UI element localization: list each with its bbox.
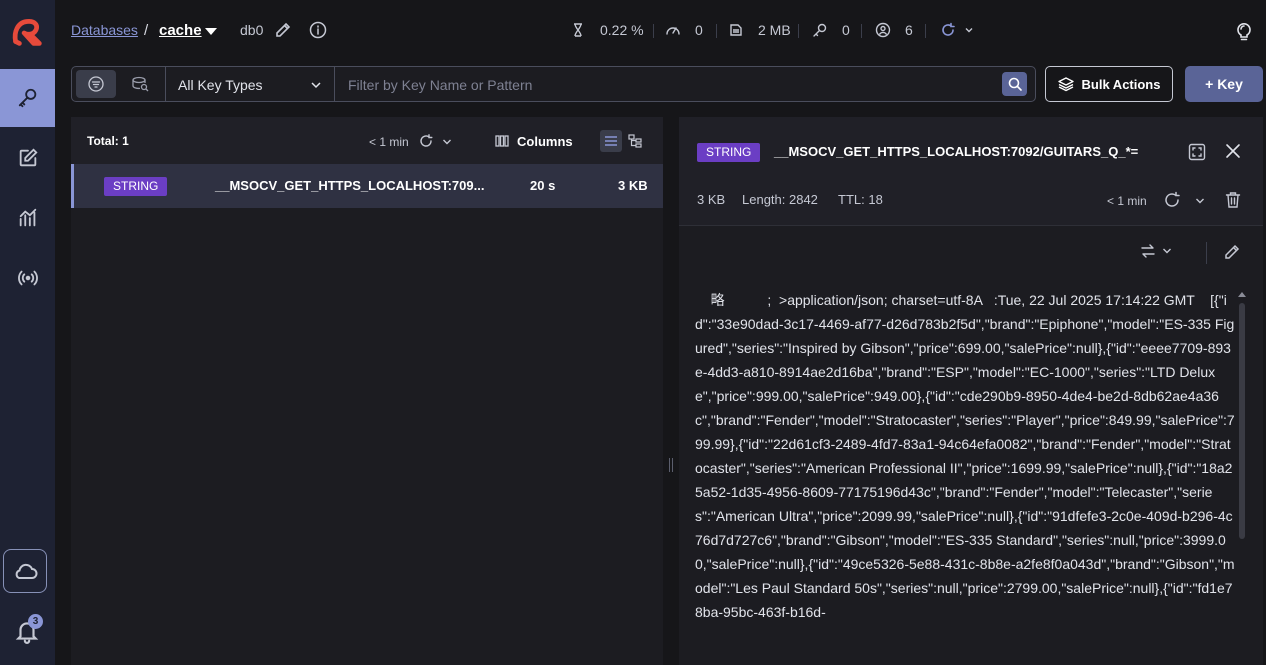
chevron-down-icon[interactable] (1195, 197, 1205, 205)
db-index-label: db0 (240, 22, 264, 38)
close-icon[interactable] (1225, 143, 1241, 159)
key-icon (18, 88, 36, 108)
panel-resize-handle[interactable] (669, 458, 673, 472)
clients-value: 6 (905, 22, 913, 38)
search-mode-button[interactable] (120, 70, 160, 98)
breadcrumb-databases-link[interactable]: Databases (71, 22, 138, 38)
memory-stat: 2 MB (728, 22, 791, 38)
broadcast-icon (17, 270, 38, 286)
key-length-meta: Length: 2842 (742, 192, 818, 207)
vector-search-icon (132, 76, 149, 92)
filter-mode-button[interactable] (76, 70, 116, 98)
filter-bar: All Key Types (71, 66, 1036, 102)
stat-divider (798, 24, 799, 38)
memory-value: 2 MB (758, 22, 791, 38)
columns-icon (495, 135, 509, 147)
columns-button[interactable]: Columns (517, 134, 573, 149)
auto-refresh-control[interactable] (940, 22, 974, 38)
value-scrollbar[interactable] (1239, 303, 1245, 539)
chevron-down-icon[interactable] (964, 25, 974, 35)
filter-icon (88, 76, 104, 92)
lightbulb-icon[interactable] (1233, 20, 1255, 42)
edit-db-pencil-icon[interactable] (275, 22, 291, 38)
search-button[interactable] (1002, 72, 1027, 96)
keys-value: 0 (842, 22, 850, 38)
list-icon (605, 136, 617, 146)
memory-icon (730, 24, 742, 36)
sidebar-item-pubsub[interactable] (0, 249, 55, 307)
key-type-badge: STRING (697, 143, 761, 162)
key-list-header: Total: 1 < 1 min Columns (71, 117, 663, 165)
key-type-select[interactable]: All Key Types (165, 67, 335, 101)
key-small-icon (813, 23, 827, 37)
stat-divider (716, 24, 717, 38)
cpu-stat: 0.22 % (570, 22, 644, 38)
sidebar: 3 (0, 0, 55, 665)
refresh-icon[interactable] (940, 22, 956, 38)
gauge-icon (666, 27, 680, 35)
key-details-header: STRING __MSOCV_GET_HTTPS_LOCALHOST:7092/… (679, 117, 1263, 226)
last-refresh-time: < 1 min (369, 135, 409, 149)
layers-icon (1057, 77, 1074, 92)
key-ttl: 20 s (530, 178, 556, 193)
stat-divider (861, 24, 862, 38)
refresh-icon[interactable] (419, 134, 433, 148)
trash-icon[interactable] (1225, 191, 1241, 209)
user-circle-icon (875, 22, 891, 38)
chevron-down-icon (1163, 248, 1171, 254)
swap-arrows-icon (1141, 244, 1155, 258)
edit-document-icon (19, 148, 38, 167)
sidebar-item-analysis[interactable] (0, 189, 55, 247)
stat-divider (653, 24, 654, 38)
sidebar-item-workbench[interactable] (0, 129, 55, 187)
key-list-row[interactable]: STRING __MSOCV_GET_HTTPS_LOCALHOST:709..… (71, 164, 663, 208)
key-details-panel: STRING __MSOCV_GET_HTTPS_LOCALHOST:7092/… (679, 117, 1263, 665)
toolbar-divider (1206, 242, 1207, 264)
key-ttl-meta[interactable]: TTL: 18 (838, 192, 883, 207)
info-icon[interactable] (309, 21, 327, 39)
key-value-content[interactable]: 略 ; >application/json; charset=utf-8A :T… (695, 288, 1235, 624)
breadcrumb-current-db[interactable]: cache (159, 22, 202, 39)
fullscreen-icon[interactable] (1188, 143, 1206, 161)
key-size: 3 KB (618, 178, 648, 193)
tree-view-button[interactable] (624, 130, 646, 152)
chevron-down-icon (311, 82, 321, 89)
notification-badge: 3 (28, 614, 43, 629)
sidebar-item-browser[interactable] (0, 69, 55, 127)
list-view-button[interactable] (600, 130, 622, 152)
search-icon (1008, 77, 1022, 91)
key-type-value: All Key Types (178, 77, 263, 93)
ops-stat: 0 (665, 22, 703, 38)
format-switch-button[interactable] (1140, 243, 1172, 259)
scroll-up-arrow-icon[interactable] (1238, 292, 1246, 297)
bulk-actions-button[interactable]: Bulk Actions (1045, 66, 1173, 102)
keys-stat: 0 (812, 22, 850, 38)
key-name: __MSOCV_GET_HTTPS_LOCALHOST:709... (215, 178, 485, 193)
breadcrumb-separator: / (144, 22, 149, 39)
cloud-icon (15, 563, 38, 579)
refresh-icon[interactable] (1163, 191, 1181, 209)
top-bar: Databases / cache db0 0.22 % 0 2 MB 0 6 (55, 0, 1266, 62)
key-size-meta: 3 KB (697, 192, 726, 207)
clients-stat: 6 (875, 22, 913, 38)
key-name-title[interactable]: __MSOCV_GET_HTTPS_LOCALHOST:7092/GUITARS… (774, 144, 1138, 159)
tree-icon (628, 134, 642, 148)
cpu-timer-icon (574, 23, 582, 37)
key-filter-input[interactable] (348, 76, 988, 94)
chevron-down-icon[interactable] (442, 138, 452, 146)
cloud-button[interactable] (3, 549, 47, 593)
ops-value: 0 (695, 22, 703, 38)
add-key-button[interactable]: + Key (1185, 66, 1263, 102)
edit-value-pencil-icon[interactable] (1224, 244, 1240, 260)
key-type-badge: STRING (104, 177, 168, 196)
total-keys: Total: 1 (87, 134, 129, 148)
cpu-value: 0.22 % (600, 22, 644, 38)
analytics-icon (19, 208, 36, 227)
last-refresh-time: < 1 min (1107, 194, 1147, 208)
bulk-actions-label: Bulk Actions (1081, 76, 1161, 92)
redis-logo-icon[interactable] (8, 13, 46, 51)
key-list-panel: Total: 1 < 1 min Columns STRING __MSOCV_… (71, 117, 663, 665)
stat-divider (925, 24, 926, 38)
db-dropdown-caret-icon[interactable] (205, 28, 217, 35)
